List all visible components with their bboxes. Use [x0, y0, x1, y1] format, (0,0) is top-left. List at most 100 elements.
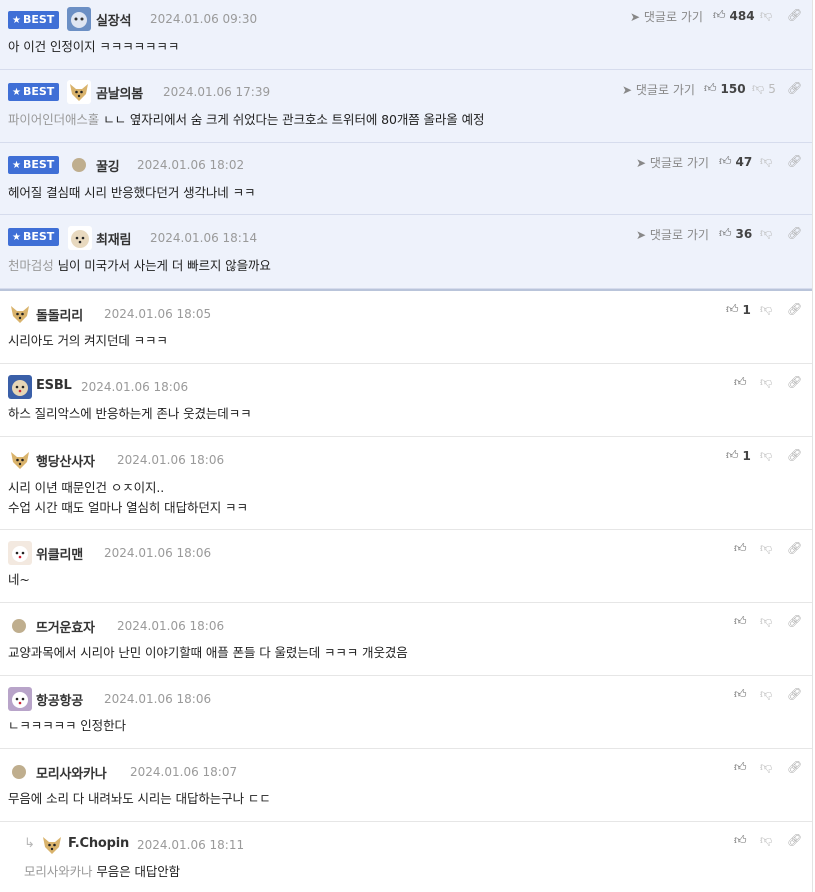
avatar[interactable]: [12, 619, 26, 633]
reply-target[interactable]: 천마검성: [8, 258, 54, 273]
goto-reply-link[interactable]: ➤ 댓글로 가기: [622, 81, 695, 98]
dislike-button[interactable]: 👎︎: [760, 226, 772, 241]
avatar[interactable]: [67, 7, 91, 31]
comment-line: 시리 이년 때문인건 ㅇㅈ이지..: [8, 480, 165, 495]
link-button[interactable]: 🔗︎: [787, 448, 802, 462]
link-icon: 🔗︎: [787, 687, 803, 701]
like-button[interactable]: 👍︎: [734, 833, 747, 848]
avatar[interactable]: [8, 302, 32, 326]
dislike-button[interactable]: 👎︎: [760, 448, 772, 463]
nickname[interactable]: 모리사와카나: [36, 763, 107, 782]
avatar[interactable]: [8, 375, 32, 399]
thumbs-down-icon: 👎︎: [760, 687, 773, 701]
dislike-button[interactable]: 👎︎: [760, 541, 772, 556]
link-icon: 🔗︎: [787, 448, 803, 462]
reply-target[interactable]: 모리사와카나: [24, 864, 93, 879]
like-button[interactable]: 👍︎ 1: [726, 302, 751, 317]
avatar[interactable]: [12, 765, 26, 779]
nickname[interactable]: 최재림: [96, 229, 131, 248]
link-button[interactable]: 🔗︎: [787, 541, 802, 555]
like-button[interactable]: 👍︎: [734, 541, 747, 556]
comment-date: 2024.01.06 18:06: [104, 692, 212, 706]
comment-date: 2024.01.06 18:11: [137, 838, 245, 852]
goto-reply-link[interactable]: ➤ 댓글로 가기: [630, 8, 703, 25]
avatar[interactable]: [67, 80, 91, 104]
comment: 위클리맨 2024.01.06 18:06 👍︎ 👎︎ 🔗︎ 네~: [0, 530, 812, 603]
thumbs-down-icon: 👎︎: [760, 760, 773, 774]
best-badge: ★ BEST: [8, 228, 60, 246]
thumbs-up-icon: 👍︎: [719, 226, 732, 240]
dislike-button[interactable]: 👎︎: [760, 833, 772, 848]
star-icon: ★: [12, 87, 21, 98]
like-button[interactable]: 👍︎: [734, 687, 747, 702]
avatar[interactable]: [8, 541, 32, 565]
dislike-button[interactable]: 👎︎: [760, 302, 772, 317]
nickname[interactable]: 위클리맨: [36, 544, 83, 563]
link-button[interactable]: 🔗︎: [787, 154, 802, 168]
goto-reply-link[interactable]: ➤ 댓글로 가기: [636, 154, 709, 171]
link-button[interactable]: 🔗︎: [787, 226, 802, 240]
comment-text: 천마검성 님이 미국가서 사는게 더 빠르지 않을까요: [8, 258, 271, 273]
reply-target[interactable]: 파이어인더애스홀: [8, 112, 99, 127]
link-button[interactable]: 🔗︎: [787, 375, 802, 389]
link-button[interactable]: 🔗︎: [787, 81, 802, 95]
dislike-button[interactable]: 👎︎: [760, 614, 772, 629]
like-button[interactable]: 👍︎ 1: [726, 448, 751, 463]
comment-date: 2024.01.06 18:06: [104, 546, 212, 560]
like-button[interactable]: 👍︎ 150: [704, 81, 746, 96]
link-icon: 🔗︎: [787, 614, 803, 628]
link-button[interactable]: 🔗︎: [787, 614, 802, 628]
reply-arrow-icon: ↳: [24, 836, 35, 851]
like-button[interactable]: 👍︎: [734, 375, 747, 390]
comment: 항공항공 2024.01.06 18:06 👍︎ 👎︎ 🔗︎ ㄴㅋㅋㅋㅋㅋ 인정…: [0, 676, 812, 749]
like-button[interactable]: 👍︎: [734, 760, 747, 775]
dislike-button[interactable]: 👎︎: [760, 154, 772, 169]
link-button[interactable]: 🔗︎: [787, 687, 802, 701]
comment-date: 2024.01.06 18:02: [137, 158, 245, 172]
dislike-button[interactable]: 👎︎: [760, 8, 772, 23]
avatar[interactable]: [72, 158, 86, 172]
dislike-button[interactable]: 👎︎: [760, 375, 772, 390]
nickname[interactable]: 곰날의봄: [96, 83, 143, 102]
link-button[interactable]: 🔗︎: [787, 760, 802, 774]
best-comment: ★ BEST 최재림 2024.01.06 18:14 ➤ 댓글로 가기 👍︎ 36…: [0, 215, 812, 289]
like-button[interactable]: 👍︎ 484: [713, 8, 755, 23]
comment-text: 헤어질 결심때 시리 반응했다던거 생각나네 ㅋㅋ: [8, 185, 256, 200]
comment-text: 하스 질리악스에 반응하는게 존나 웃겼는데ㅋㅋ: [8, 406, 252, 421]
comment-text: 시리 이년 때문인건 ㅇㅈ이지.. 수업 시간 때도 얼마나 열심히 대답하던지…: [8, 478, 248, 518]
comment-date: 2024.01.06 18:05: [104, 307, 212, 321]
thumbs-down-icon: 👎︎: [760, 226, 773, 240]
thumbs-down-icon: 👎︎: [760, 833, 773, 847]
nickname[interactable]: 항공항공: [36, 690, 83, 709]
nickname[interactable]: 돌돌리리: [36, 305, 83, 324]
dislike-button[interactable]: 👎︎: [760, 760, 772, 775]
goto-reply-link[interactable]: ➤ 댓글로 가기: [636, 226, 709, 243]
like-button[interactable]: 👍︎ 47: [719, 154, 752, 169]
comment: 모리사와카나 2024.01.06 18:07 👍︎ 👎︎ 🔗︎ 무음에 소리 …: [0, 749, 812, 822]
link-button[interactable]: 🔗︎: [787, 833, 802, 847]
avatar[interactable]: [8, 687, 32, 711]
nickname[interactable]: 꿀깅: [96, 156, 120, 175]
thumbs-up-icon: 👍︎: [734, 614, 747, 628]
comment: 행당산사자 2024.01.06 18:06 👍︎ 1 👎︎ 🔗︎ 시리 이년 때…: [0, 437, 812, 530]
dislike-button[interactable]: 👎︎ 5: [752, 81, 776, 96]
nickname[interactable]: ESBL: [36, 378, 72, 393]
link-button[interactable]: 🔗︎: [787, 302, 802, 316]
link-button[interactable]: 🔗︎: [787, 8, 802, 22]
dislike-button[interactable]: 👎︎: [760, 687, 772, 702]
avatar[interactable]: [8, 448, 32, 472]
avatar[interactable]: [68, 226, 92, 250]
like-button[interactable]: 👍︎: [734, 614, 747, 629]
link-icon: 🔗︎: [787, 760, 803, 774]
nickname[interactable]: 행당산사자: [36, 451, 95, 470]
comment: ESBL 2024.01.06 18:06 👍︎ 👎︎ 🔗︎ 하스 질리악스에 …: [0, 364, 812, 437]
thumbs-up-icon: 👍︎: [726, 448, 739, 462]
reply-comment: ↳ F.Chopin 2024.01.06 18:11 👍︎ 👎︎ 🔗︎ 모리사…: [0, 822, 812, 892]
thumbs-down-icon: 👎︎: [760, 448, 773, 462]
nickname[interactable]: F.Chopin: [68, 836, 129, 851]
nickname[interactable]: 뜨거운효자: [36, 617, 95, 636]
avatar[interactable]: [40, 833, 64, 857]
nickname[interactable]: 실장석: [96, 10, 131, 29]
like-button[interactable]: 👍︎ 36: [719, 226, 752, 241]
comment-line: 수업 시간 때도 얼마나 열심히 대답하던지 ㅋㅋ: [8, 500, 248, 515]
